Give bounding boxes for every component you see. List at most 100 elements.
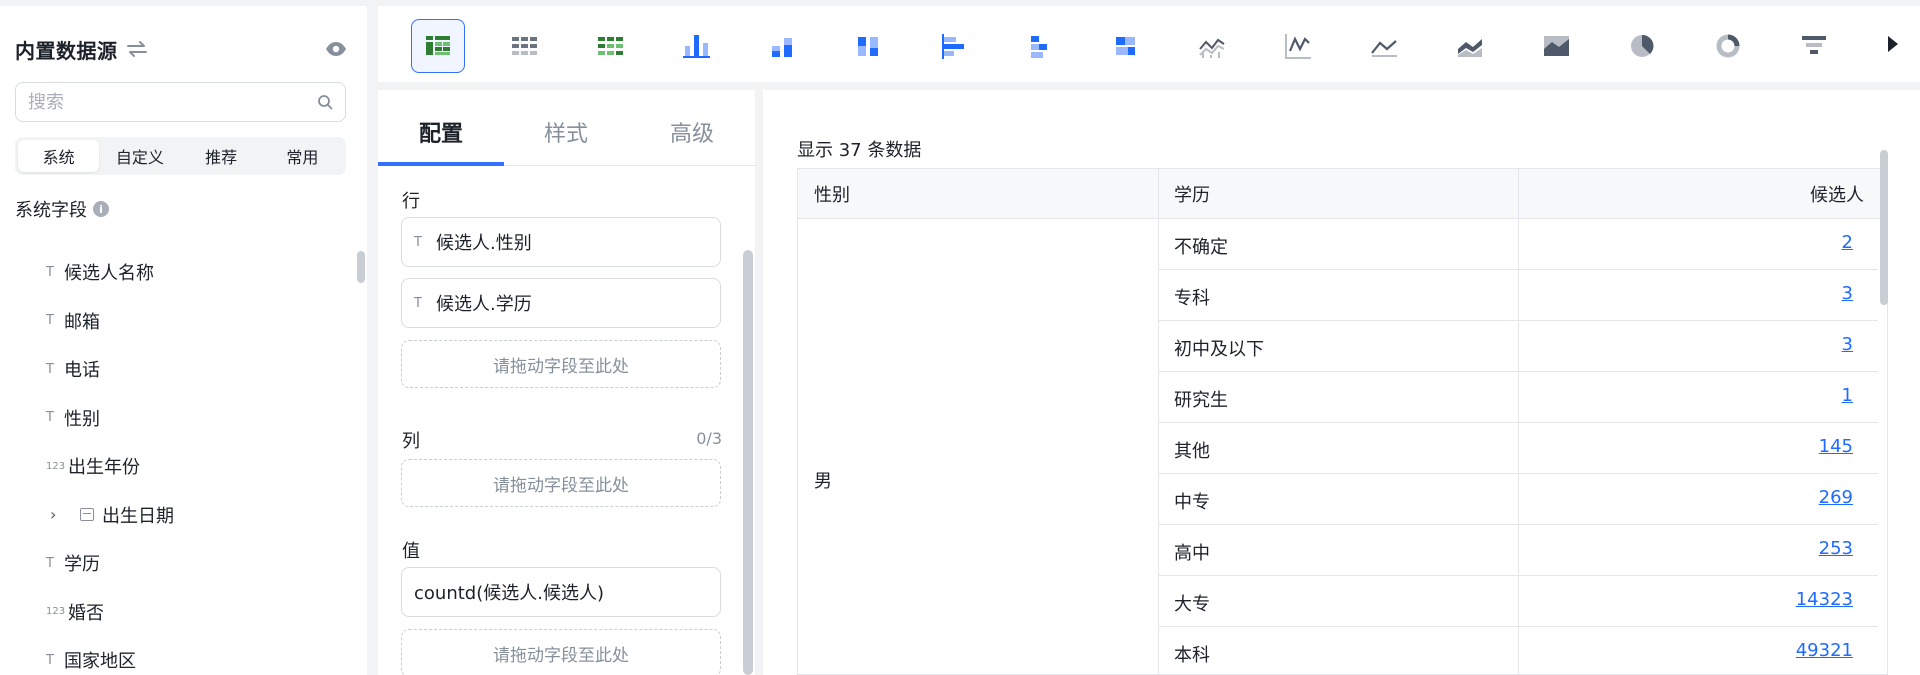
info-icon[interactable]: i [93,201,109,217]
stacked-bar-icon[interactable] [755,19,809,73]
gender-cell: 男 [814,471,832,492]
row-field-gender[interactable]: T 候选人.性别 [401,217,721,267]
field-label: 出生年份 [68,457,140,479]
grouped-bar-icon[interactable] [841,19,895,73]
donut-icon[interactable] [1701,19,1755,73]
row-field-label: 候选人.学历 [436,294,532,315]
rows-drop-zone[interactable]: 请拖动字段至此处 [401,340,721,388]
config-panel: 配置 样式 高级 行 T 候选人.性别 T 候选人.学历 请拖动字段至此处 列 … [378,90,755,675]
row-count-text: 显示 37 条数据 [797,140,922,161]
education-cell: 初中及以下 [1174,339,1264,360]
bar-icon[interactable] [669,19,723,73]
education-cell: 大专 [1174,594,1210,615]
config-scrollbar[interactable] [743,250,753,675]
value-field-label: countd(候选人.候选人) [414,583,604,604]
horizontal-grouped-icon[interactable] [1099,19,1153,73]
education-cell: 中专 [1174,492,1210,513]
field-list: T 候选人名称 T 邮箱 T 电话 T 性别 123 出生年份 › 出生日期 T 学历 12… [0,248,355,675]
text-type-icon: T [46,264,54,280]
education-cell: 专科 [1174,288,1210,309]
system-fields-label: 系统字段 [15,200,87,221]
count-link[interactable]: 3 [1842,283,1853,304]
datasource-title: 内置数据源 [15,38,118,63]
datasource-header: 内置数据源 [15,32,347,66]
row-field-education[interactable]: T 候选人.学历 [401,278,721,328]
calendar-icon [80,508,94,522]
text-type-icon: T [46,313,54,329]
system-fields-title: 系统字段 i [15,196,109,222]
rows-label: 行 [402,191,420,212]
field-item-gender[interactable]: T 性别 [0,394,355,443]
stacked-area-icon[interactable] [1443,19,1497,73]
education-cell: 高中 [1174,543,1210,564]
text-type-icon: T [414,295,422,311]
table-row: 初中及以下 3 [1158,321,1878,372]
more-chart-types-arrow-icon[interactable] [1888,36,1898,52]
sidebar-scrollbar[interactable] [357,251,365,283]
search-input[interactable] [28,83,308,121]
tab-system[interactable]: 系统 [18,140,100,172]
cols-drop-zone[interactable]: 请拖动字段至此处 [401,459,721,507]
switch-datasource-icon[interactable] [126,39,148,59]
text-type-icon: T [46,555,54,571]
pie-icon[interactable] [1615,19,1669,73]
count-link[interactable]: 14323 [1796,589,1853,610]
value-field-countd[interactable]: countd(候选人.候选人) [401,567,721,617]
chevron-right-icon[interactable]: › [50,505,64,524]
count-link[interactable]: 2 [1842,232,1853,253]
grid-colored-icon[interactable] [583,19,637,73]
field-item-birth-year[interactable]: 123 出生年份 [0,442,355,491]
field-item-country[interactable]: T 国家地区 [0,636,355,675]
tab-recommended[interactable]: 推荐 [181,140,262,172]
filled-area-icon[interactable] [1529,19,1583,73]
field-label: 学历 [64,554,100,576]
table-row: 专科 3 [1158,270,1878,321]
field-label: 出生日期 [102,505,174,527]
table-icon[interactable] [411,19,465,73]
count-link[interactable]: 3 [1842,334,1853,355]
horizontal-stacked-icon[interactable] [1013,19,1067,73]
field-search-box[interactable] [15,82,346,122]
tab-style[interactable]: 样式 [544,116,588,148]
field-item-email[interactable]: T 邮箱 [0,297,355,346]
field-item-phone[interactable]: T 电话 [0,345,355,394]
count-link[interactable]: 145 [1819,436,1853,457]
education-cell: 其他 [1174,441,1210,462]
table-row: 大专 14323 [1158,576,1878,627]
table-scrollbar[interactable] [1880,150,1888,305]
tab-custom[interactable]: 自定义 [99,140,180,172]
field-sidebar: 内置数据源 系统 自定义 推荐 常用 系统字段 i T 候选人名称 T 邮箱 T 电话 [0,6,367,675]
header-gender[interactable]: 性别 [814,169,1114,219]
field-item-candidate-name[interactable]: T 候选人名称 [0,248,355,297]
active-tab-indicator [378,162,504,166]
number-type-icon: 123 [46,460,66,472]
field-item-marital[interactable]: 123 婚否 [0,588,355,637]
header-candidate[interactable]: 候选人 [1538,169,1864,219]
tab-frequent[interactable]: 常用 [262,140,343,172]
area-icon[interactable] [1357,19,1411,73]
field-item-birth-date[interactable]: › 出生日期 [0,491,355,540]
count-link[interactable]: 49321 [1796,640,1853,661]
education-cell: 不确定 [1174,237,1228,258]
eye-icon[interactable] [325,40,347,58]
funnel-icon[interactable] [1787,19,1841,73]
count-link[interactable]: 269 [1819,487,1853,508]
count-link[interactable]: 253 [1819,538,1853,559]
search-icon[interactable] [317,94,333,110]
field-label: 性别 [64,408,100,430]
count-link[interactable]: 1 [1842,385,1853,406]
pivot-table: 性别 学历 候选人 男 不确定 2 专科 3 初中及以下 3 研究生 1 其他 145 中… [797,168,1888,675]
tab-config[interactable]: 配置 [419,116,463,148]
field-item-education[interactable]: T 学历 [0,539,355,588]
cols-label: 列 [402,431,420,452]
education-cell: 本科 [1174,645,1210,666]
line-icon[interactable] [1271,19,1325,73]
multi-line-icon[interactable] [1185,19,1239,73]
field-label: 电话 [64,360,100,382]
header-education[interactable]: 学历 [1174,169,1474,219]
horizontal-bar-icon[interactable] [927,19,981,73]
tab-advanced[interactable]: 高级 [670,116,714,148]
grid-icon[interactable] [497,19,551,73]
values-drop-zone[interactable]: 请拖动字段至此处 [401,629,721,675]
table-row: 本科 49321 [1158,627,1878,674]
